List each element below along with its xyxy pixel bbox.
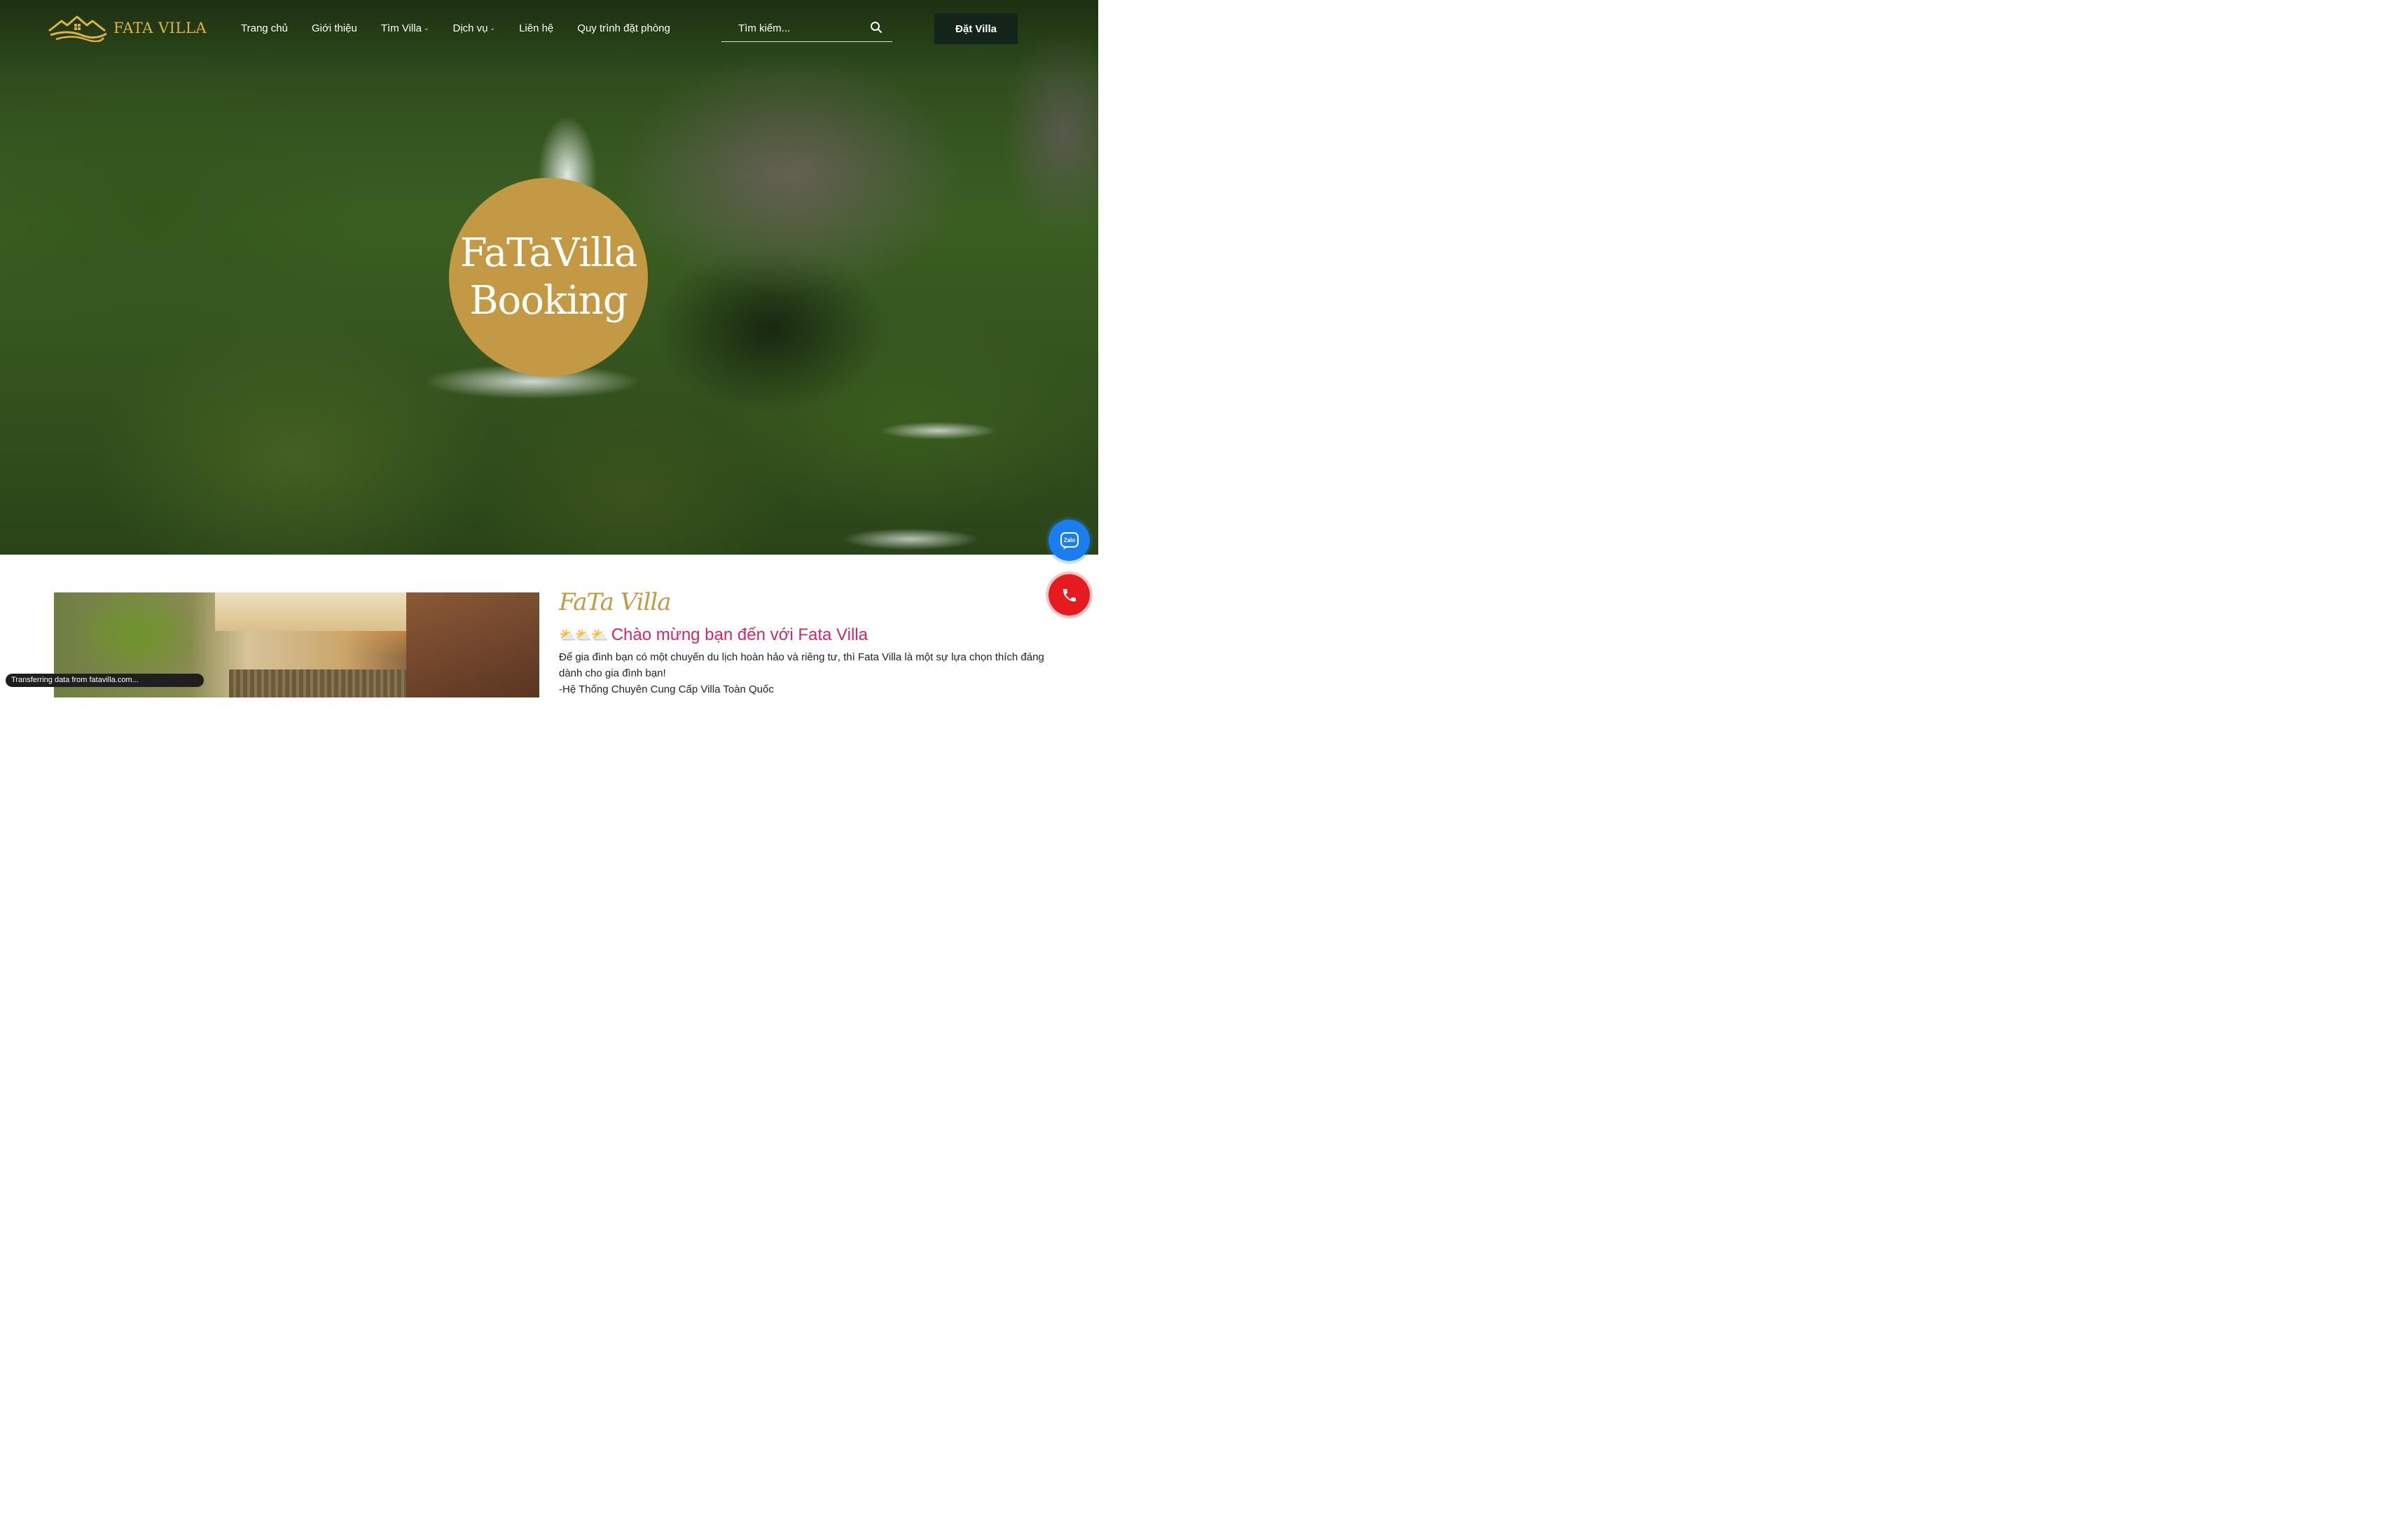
hero-title-line2: Booking bbox=[469, 278, 628, 324]
nav-label: Liên hệ bbox=[519, 22, 554, 34]
nav-label: Tìm Villa bbox=[380, 22, 422, 34]
hero-circle-badge: FaTaVilla Booking bbox=[449, 178, 648, 377]
brand-name: FATA VILLA bbox=[113, 20, 207, 36]
sun-cloud-icon: ⛅⛅⛅ bbox=[559, 627, 609, 644]
photo-curtain bbox=[229, 669, 432, 697]
intro-paragraph: Để gia đình bạn có một chuyến du lịch ho… bbox=[559, 651, 1044, 679]
welcome-heading-text: Chào mừng bạn đến với Fata Villa bbox=[611, 625, 868, 644]
search-box bbox=[721, 14, 892, 42]
book-villa-button[interactable]: Đặt Villa bbox=[934, 13, 1018, 44]
hero-title-line1: FaTaVilla bbox=[459, 230, 637, 276]
nav-item-services[interactable]: Dịch vụ ⌄ bbox=[452, 22, 495, 34]
nav-item-contact[interactable]: Liên hệ bbox=[519, 22, 553, 34]
photo-ceiling bbox=[215, 592, 411, 631]
logo[interactable]: FATA VILLA bbox=[46, 14, 207, 42]
browser-status-bar: Transferring data from fatavilla.com... bbox=[6, 674, 204, 687]
nav-item-booking-process[interactable]: Quy trình đặt phòng bbox=[577, 22, 670, 34]
photo-stone-wall bbox=[406, 592, 539, 697]
nav-label: Trang chủ bbox=[241, 22, 288, 34]
call-button[interactable] bbox=[1049, 574, 1090, 616]
zalo-icon: Zalo bbox=[1060, 532, 1079, 550]
phone-icon bbox=[1063, 588, 1076, 602]
chevron-down-icon: ⌄ bbox=[490, 25, 496, 32]
nav-label: Quy trình đặt phòng bbox=[577, 22, 670, 34]
nav-item-find-villa[interactable]: Tìm Villa ⌄ bbox=[381, 22, 429, 34]
nav-item-home[interactable]: Trang chủ bbox=[241, 22, 288, 34]
zalo-label: Zalo bbox=[1063, 537, 1075, 543]
search-input[interactable] bbox=[721, 14, 880, 42]
nav-label: Giới thiệu bbox=[311, 22, 357, 34]
welcome-heading: ⛅⛅⛅ Chào mừng bạn đến với Fata Villa bbox=[559, 625, 868, 645]
section-script-title: FaTa Villa bbox=[559, 588, 672, 616]
search-icon[interactable] bbox=[870, 21, 883, 34]
intro-tagline: -Hệ Thống Chuyên Cung Cấp Villa Toàn Quố… bbox=[559, 683, 774, 695]
logo-house-icon bbox=[48, 15, 107, 42]
main-nav: Trang chủ Giới thiệu Tìm Villa ⌄ Dịch vụ ⌄… bbox=[241, 22, 694, 34]
zalo-chat-button[interactable]: Zalo bbox=[1049, 520, 1090, 561]
nav-item-about[interactable]: Giới thiệu bbox=[312, 22, 357, 34]
chevron-down-icon: ⌄ bbox=[423, 25, 429, 32]
nav-label: Dịch vụ bbox=[452, 22, 488, 34]
